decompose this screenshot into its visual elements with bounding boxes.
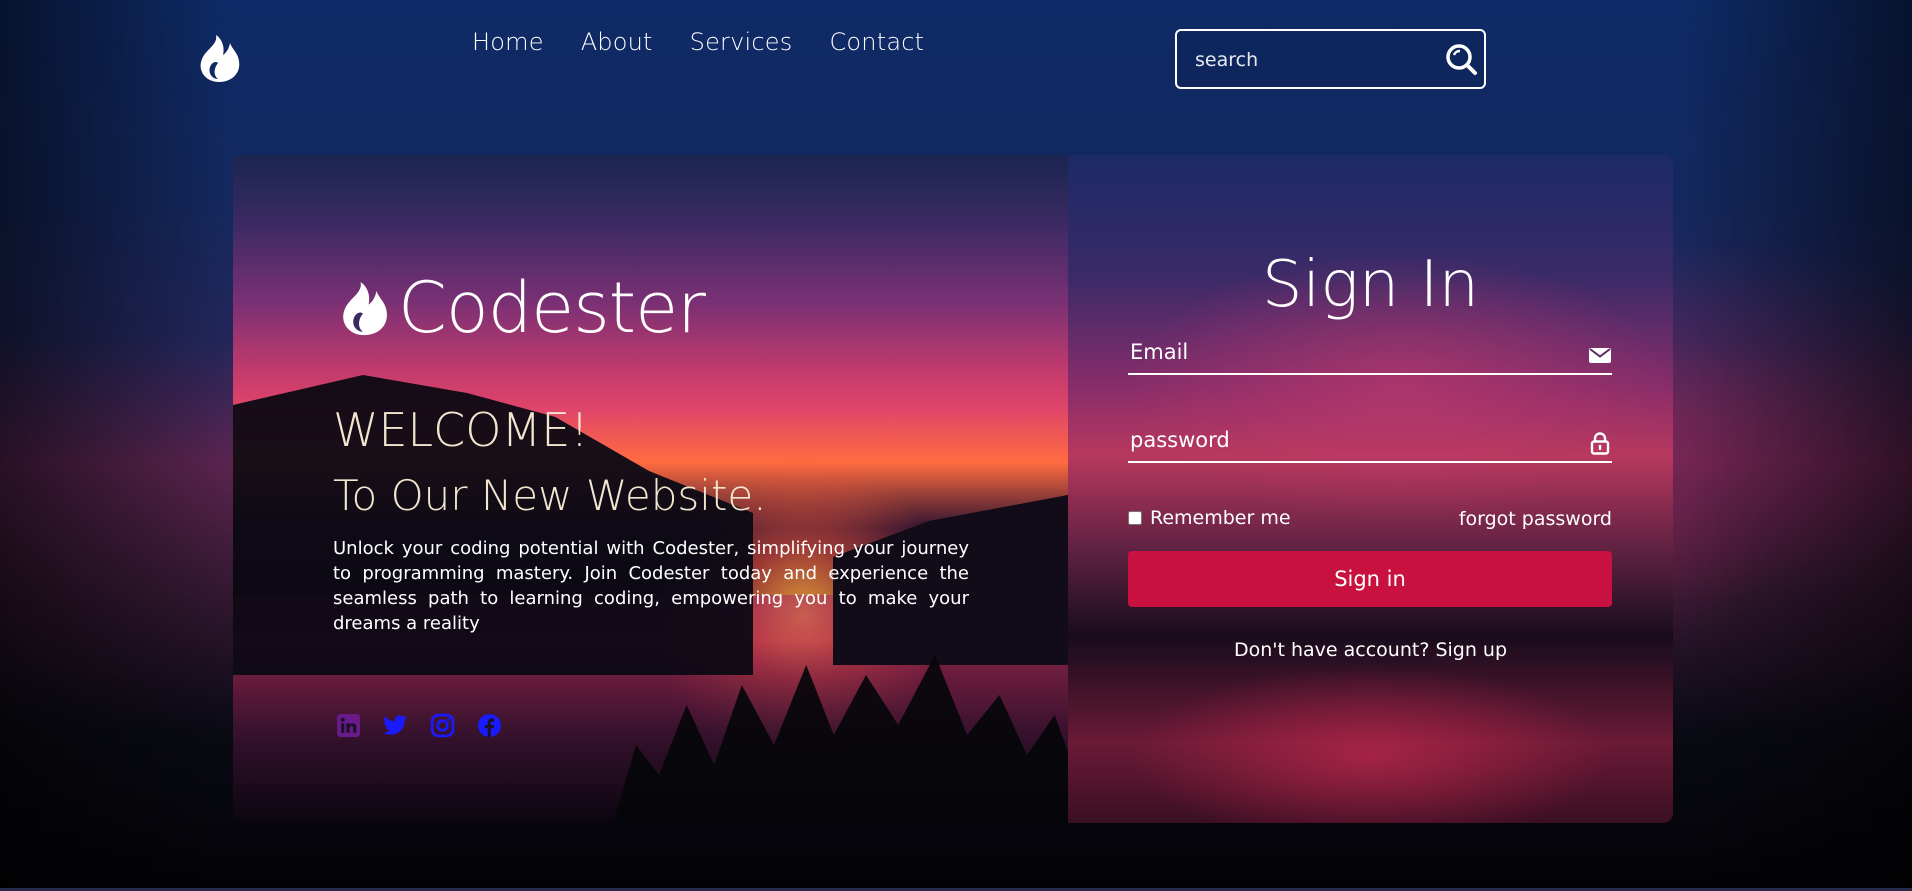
twitter-icon[interactable]	[383, 713, 408, 738]
email-input[interactable]	[1128, 337, 1572, 367]
search-box	[1175, 29, 1486, 89]
signin-button-wrap: Sign in	[1128, 551, 1612, 607]
password-field	[1128, 421, 1612, 463]
nav-contact-link[interactable]: Contact	[829, 28, 924, 56]
signin-button[interactable]: Sign in	[1128, 551, 1612, 607]
signup-prompt: Don't have account? Sign up	[1068, 639, 1673, 661]
flame-logo-icon[interactable]	[196, 33, 242, 83]
instagram-icon[interactable]	[430, 713, 455, 738]
forgot-password-link[interactable]: forgot password	[1459, 508, 1612, 530]
nav-services-link[interactable]: Services	[690, 28, 793, 56]
social-links	[336, 713, 502, 738]
nav-about-link[interactable]: About	[581, 28, 653, 56]
search-input[interactable]	[1193, 45, 1437, 75]
main-nav: Home About Services Contact	[472, 28, 961, 56]
envelope-icon	[1589, 348, 1611, 363]
linkedin-icon[interactable]	[336, 713, 361, 738]
hero-panel: Codester WELCOME! To Our New Website. Un…	[233, 155, 1073, 823]
main-card: Codester WELCOME! To Our New Website. Un…	[233, 155, 1673, 823]
lock-icon	[1590, 432, 1610, 455]
nav-home-link[interactable]: Home	[472, 28, 544, 56]
password-input[interactable]	[1128, 425, 1572, 455]
hero-description: Unlock your coding potential with Codest…	[333, 538, 969, 634]
remember-label: Remember me	[1150, 507, 1291, 529]
signin-panel: Sign In Remember me forgot password	[1068, 155, 1673, 823]
brand-name: Codester	[398, 267, 706, 349]
email-field	[1128, 333, 1612, 375]
remember-checkbox[interactable]	[1128, 511, 1142, 525]
signin-options: Remember me forgot password	[1128, 507, 1612, 535]
remember-me[interactable]: Remember me	[1128, 507, 1291, 529]
welcome-heading: WELCOME!	[333, 403, 589, 457]
welcome-subtitle: To Our New Website.	[333, 471, 767, 520]
signup-link[interactable]: Don't have account? Sign up	[1234, 639, 1507, 661]
signin-title: Sign In	[1261, 248, 1480, 322]
flame-icon	[343, 282, 387, 336]
brand: Codester	[338, 267, 706, 349]
facebook-icon[interactable]	[477, 713, 502, 738]
search-icon[interactable]	[1444, 42, 1478, 76]
